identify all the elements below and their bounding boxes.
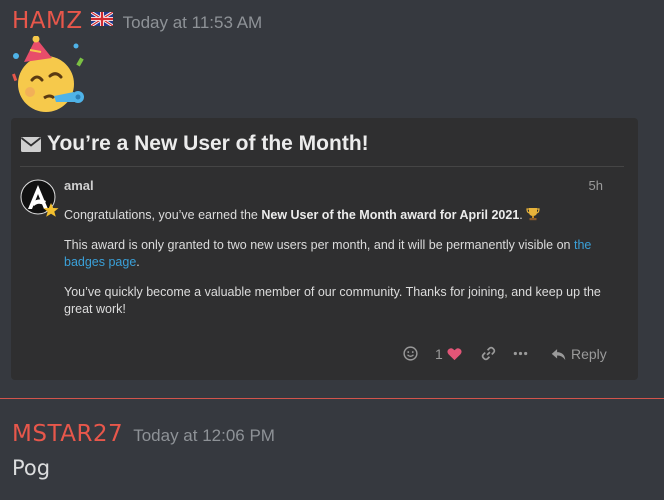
reply-icon xyxy=(551,348,566,360)
partying-face-emoji xyxy=(12,36,84,112)
post-text: This award is only granted to two new us… xyxy=(64,238,574,252)
post-text: Congratulations, you’ve earned the xyxy=(64,208,262,222)
post-age[interactable]: 5h xyxy=(589,178,603,193)
avatar[interactable] xyxy=(20,179,60,219)
new-messages-divider xyxy=(0,398,664,399)
smiley-icon xyxy=(403,346,418,361)
more-icon xyxy=(513,351,528,356)
post-text: . xyxy=(519,208,523,222)
trophy-icon xyxy=(526,208,540,221)
post-actions: 1 Reply xyxy=(11,346,638,368)
embed-divider xyxy=(20,166,624,167)
post-text: . xyxy=(136,255,140,269)
react-button[interactable] xyxy=(403,346,418,361)
embed-title-row: You’re a New User of the Month! xyxy=(21,132,369,156)
post-body: Congratulations, you’ve earned the New U… xyxy=(64,207,609,331)
post-paragraph: This award is only granted to two new us… xyxy=(64,237,609,271)
message-timestamp: Today at 11:53 AM xyxy=(122,13,263,32)
reply-button[interactable]: Reply xyxy=(551,346,607,362)
copy-link-button[interactable] xyxy=(481,346,496,361)
chat-view: HAMZ Today at 11:53 AM You’re a New User… xyxy=(0,0,664,500)
award-name: New User of the Month award for April 20… xyxy=(261,208,520,222)
reply-label: Reply xyxy=(571,346,607,362)
message-text: Pog xyxy=(12,456,51,480)
embed-title: You’re a New User of the Month! xyxy=(47,132,369,155)
heart-icon xyxy=(447,348,462,361)
message-header: HAMZ Today at 11:53 AM xyxy=(12,8,262,34)
message-timestamp: Today at 12:06 PM xyxy=(133,426,275,445)
post-paragraph: You’ve quickly become a valuable member … xyxy=(64,285,601,316)
message-author[interactable]: HAMZ xyxy=(12,8,83,34)
uk-flag-icon xyxy=(90,12,113,26)
embed-card: You’re a New User of the Month! amal 5h … xyxy=(11,118,638,380)
link-icon xyxy=(481,346,496,361)
post-author[interactable]: amal xyxy=(64,178,94,193)
message-author[interactable]: MSTAR27 xyxy=(12,421,123,447)
post-paragraph: Congratulations, you’ve earned the New U… xyxy=(64,207,609,224)
envelope-icon xyxy=(21,136,41,152)
like-button[interactable]: 1 xyxy=(435,346,462,362)
like-count: 1 xyxy=(435,346,443,362)
message-header: MSTAR27 Today at 12:06 PM xyxy=(12,421,275,447)
more-button[interactable] xyxy=(513,346,528,361)
